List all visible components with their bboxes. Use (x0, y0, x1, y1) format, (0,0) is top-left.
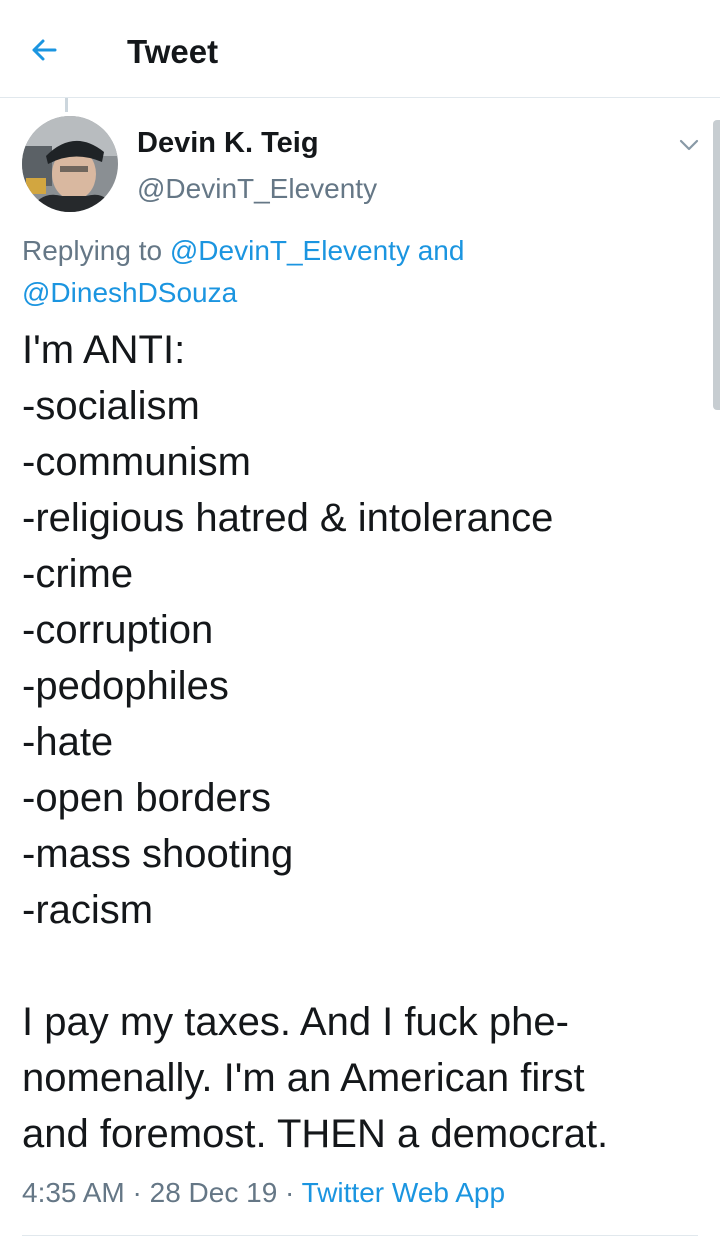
arrow-left-icon (29, 35, 59, 70)
meta-separator: · (285, 1177, 295, 1208)
page-title: Tweet (127, 33, 219, 70)
tweet-source-link[interactable]: Twitter Web App (302, 1177, 505, 1208)
top-bar: Tweet (0, 0, 720, 98)
meta-separator: · (132, 1177, 142, 1208)
divider (22, 1235, 698, 1236)
tweet-date[interactable]: 28 Dec 19 (150, 1177, 278, 1208)
mention-link[interactable]: @DevinT_Eleventy (170, 235, 410, 266)
author-display-name[interactable]: Devin K. Teig (137, 124, 319, 162)
back-button[interactable] (22, 30, 66, 74)
reply-context: Replying to @DevinT_Eleventy and @Dinesh… (22, 230, 662, 314)
author-handle[interactable]: @DevinT_Eleventy (137, 170, 377, 208)
chevron-down-icon (676, 139, 702, 162)
avatar[interactable] (22, 116, 118, 212)
reply-prefix: Replying to (22, 235, 163, 266)
tweet-time[interactable]: 4:35 AM (22, 1177, 125, 1208)
tweet-menu-button[interactable] (676, 132, 702, 158)
tweet-body: I'm ANTI: -socialism -communism -religio… (22, 328, 609, 1156)
reply-conjunction: and (417, 235, 465, 266)
mention-link[interactable]: @DineshDSouza (22, 277, 237, 308)
scrollbar[interactable] (713, 120, 720, 410)
tweet-metadata: 4:35 AM · 28 Dec 19 · Twitter Web App (22, 1172, 505, 1214)
thread-connector (65, 98, 68, 112)
